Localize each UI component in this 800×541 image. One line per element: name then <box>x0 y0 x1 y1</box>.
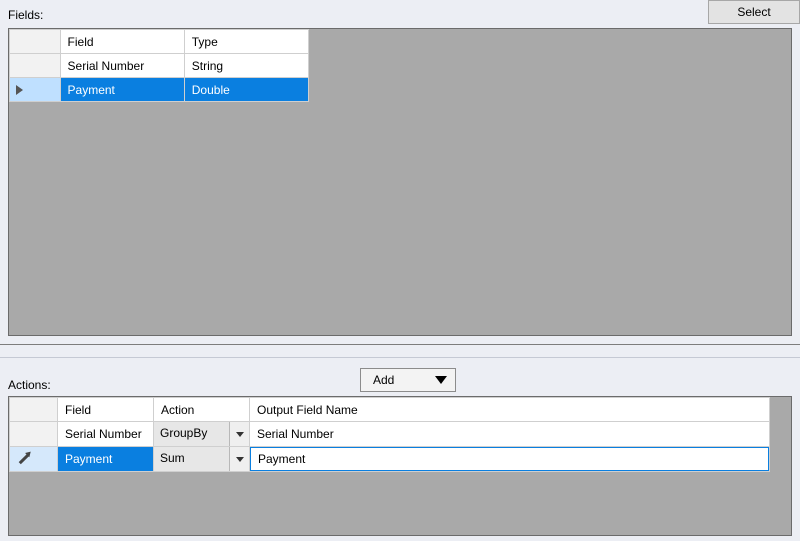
fields-panel: Field Type Serial Number String Payment … <box>8 28 792 336</box>
actions-cell-action[interactable]: GroupBy <box>154 422 250 447</box>
actions-header-output[interactable]: Output Field Name <box>250 398 770 422</box>
actions-corner-cell <box>10 398 58 422</box>
actions-label: Actions: <box>8 378 51 392</box>
fields-row-header[interactable] <box>10 78 61 102</box>
fields-header-type[interactable]: Type <box>184 30 308 54</box>
actions-header-row: Field Action Output Field Name <box>10 398 770 422</box>
fields-row[interactable]: Payment Double <box>10 78 309 102</box>
actions-cell-output[interactable] <box>250 447 770 472</box>
fields-cell-type[interactable]: String <box>184 54 308 78</box>
add-button[interactable]: Add <box>360 368 456 392</box>
fields-label: Fields: <box>8 8 43 22</box>
fields-header-row: Field Type <box>10 30 309 54</box>
actions-row-header[interactable] <box>10 422 58 447</box>
actions-header-field[interactable]: Field <box>58 398 154 422</box>
pencil-icon <box>19 454 30 465</box>
add-button-label: Add <box>373 373 394 387</box>
actions-header-action[interactable]: Action <box>154 398 250 422</box>
actions-row[interactable]: Serial Number GroupBy <box>10 422 770 447</box>
select-button-label: Select <box>737 5 770 19</box>
actions-row[interactable]: Payment Sum <box>10 447 770 472</box>
action-dropdown-button[interactable] <box>229 447 249 471</box>
fields-cell-type[interactable]: Double <box>184 78 308 102</box>
splitter[interactable] <box>0 344 800 358</box>
action-dropdown-value: Sum <box>154 447 229 471</box>
fields-cell-field[interactable]: Serial Number <box>60 54 184 78</box>
chevron-down-icon <box>236 432 244 437</box>
actions-cell-field[interactable]: Payment <box>58 447 154 472</box>
action-dropdown-value: GroupBy <box>154 422 229 446</box>
actions-grid[interactable]: Field Action Output Field Name Serial Nu… <box>9 397 791 472</box>
actions-cell-field[interactable]: Serial Number <box>58 422 154 447</box>
fields-corner-cell <box>10 30 61 54</box>
row-indicator-icon <box>16 85 23 95</box>
actions-cell-action[interactable]: Sum <box>154 447 250 472</box>
select-button[interactable]: Select <box>708 0 800 24</box>
actions-row-header[interactable] <box>10 447 58 472</box>
output-field-input[interactable] <box>250 422 769 446</box>
fields-row-header[interactable] <box>10 54 61 78</box>
actions-panel: Field Action Output Field Name Serial Nu… <box>8 396 792 536</box>
dropdown-caret-icon <box>435 376 447 384</box>
fields-cell-field[interactable]: Payment <box>60 78 184 102</box>
action-dropdown-button[interactable] <box>229 422 249 446</box>
output-field-input[interactable] <box>250 447 769 471</box>
actions-cell-output[interactable] <box>250 422 770 447</box>
chevron-down-icon <box>236 457 244 462</box>
fields-row[interactable]: Serial Number String <box>10 54 309 78</box>
fields-header-field[interactable]: Field <box>60 30 184 54</box>
fields-grid[interactable]: Field Type Serial Number String Payment … <box>9 29 309 102</box>
